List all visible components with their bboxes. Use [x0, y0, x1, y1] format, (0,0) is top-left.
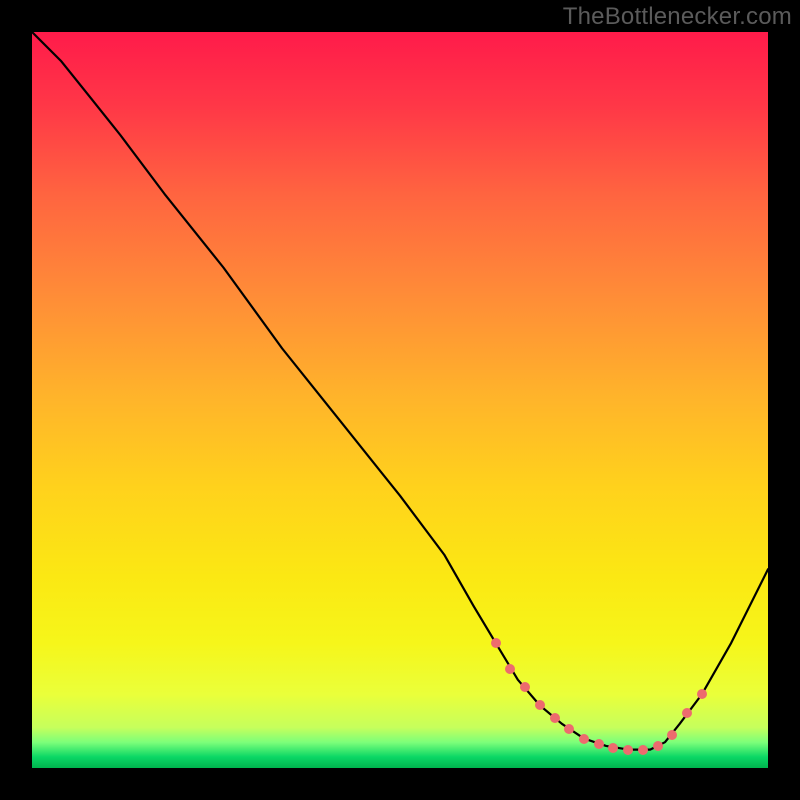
highlight-dot	[682, 708, 692, 718]
watermark-text: TheBottlenecker.com	[563, 3, 792, 31]
highlight-dot	[491, 638, 501, 648]
highlight-dot	[505, 664, 515, 674]
bottleneck-curve	[32, 32, 768, 768]
highlight-dot	[550, 713, 560, 723]
highlight-dot	[623, 745, 633, 755]
plot-area	[32, 32, 768, 768]
chart-frame: TheBottlenecker.com	[0, 0, 800, 800]
highlight-dot	[638, 745, 648, 755]
highlight-dot	[653, 741, 663, 751]
highlight-dot	[579, 734, 589, 744]
